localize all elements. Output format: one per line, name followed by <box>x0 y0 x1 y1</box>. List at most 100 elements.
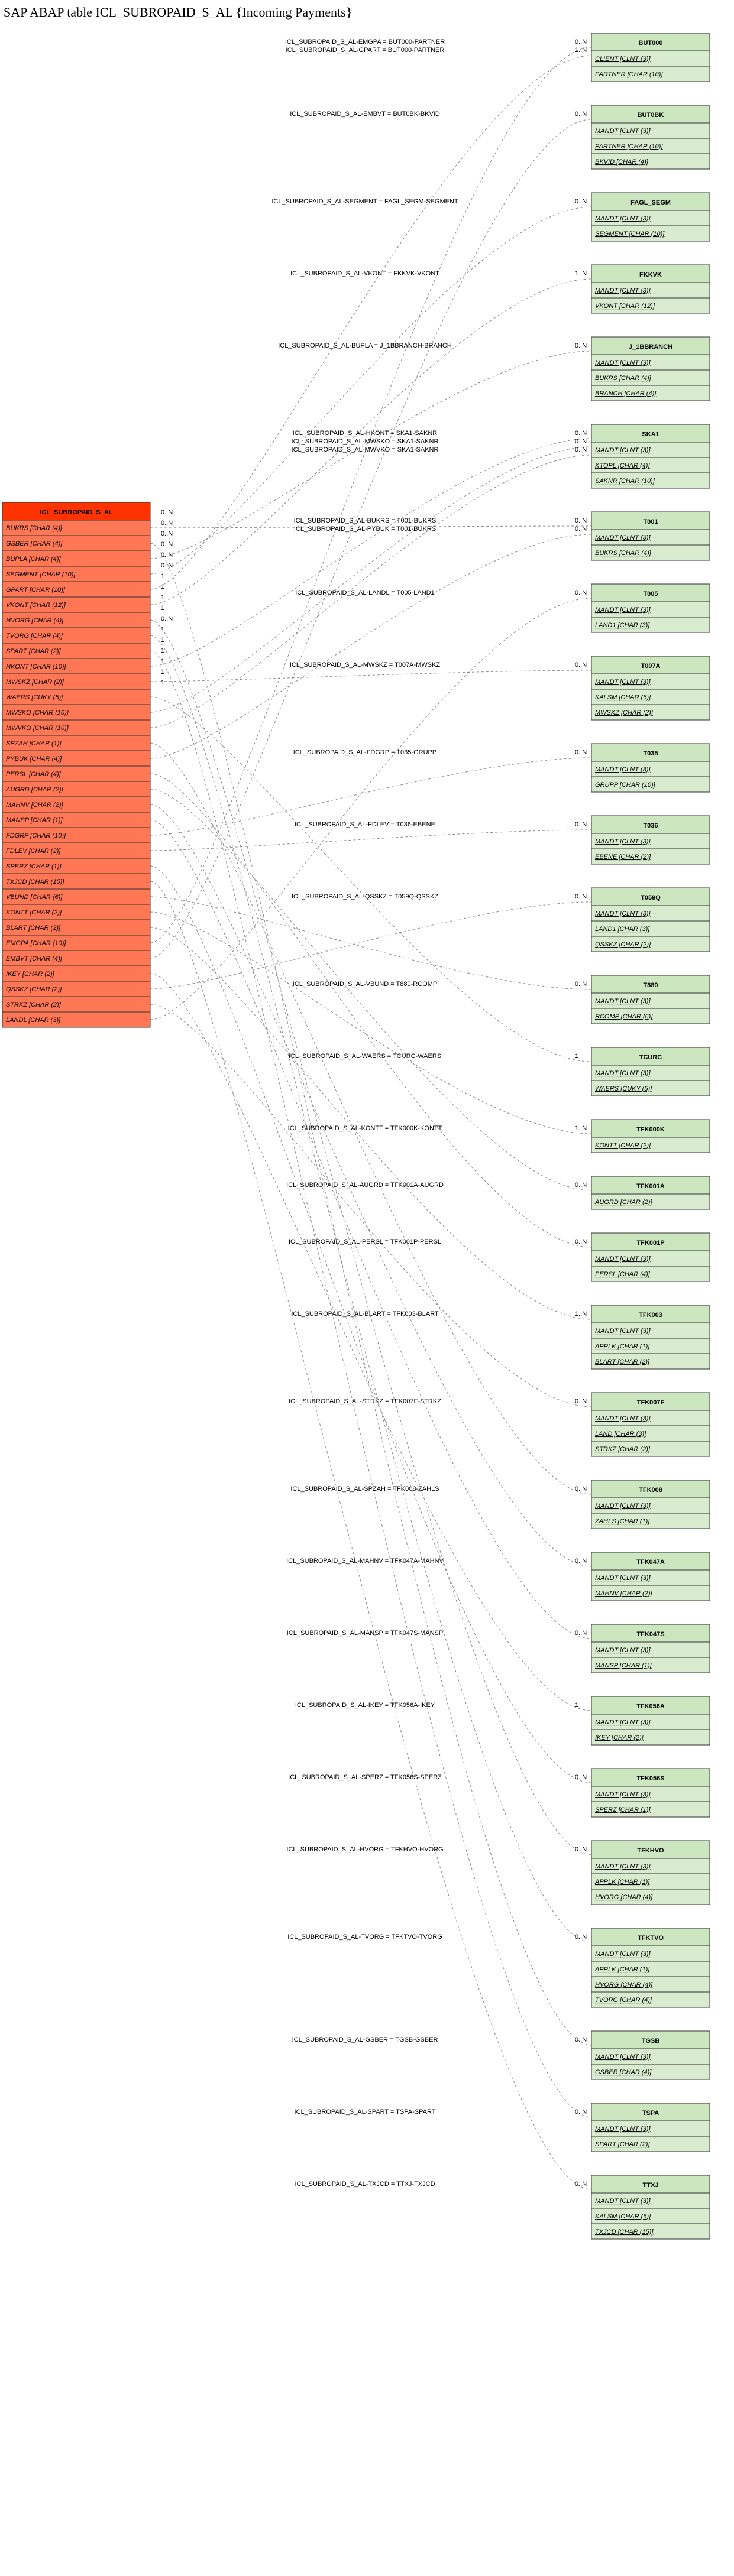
table-field: STRKZ [CHAR (2)] <box>6 1001 62 1008</box>
cardinality-target: 0..N <box>575 821 587 828</box>
cardinality-target: 1 <box>575 1702 578 1709</box>
cardinality-target: 0..N <box>575 749 587 756</box>
table-field: EBENE [CHAR (2)] <box>595 854 651 861</box>
table-field: BUKRS [CHAR (4)] <box>595 375 652 382</box>
table-field: VKONT [CHAR (12)] <box>6 602 66 609</box>
relation-label: ICL_SUBROPAID_S_AL-PYBUK = T001-BUKRS <box>294 525 436 533</box>
table-field: MANDT [CLNT (3)] <box>595 1647 651 1654</box>
cardinality-source: 1 <box>161 658 164 665</box>
relation-edge <box>150 47 591 943</box>
table-field: MANDT [CLNT (3)] <box>595 766 651 773</box>
table-field: APPLK [CHAR (1)] <box>594 1343 650 1350</box>
table-field: MAHNV [CHAR (2)] <box>595 1590 653 1597</box>
table-field: GPART [CHAR (10)] <box>6 586 66 593</box>
table-field: IKEY [CHAR (2)] <box>595 1734 644 1741</box>
table-header: T036 <box>643 822 658 829</box>
cardinality-target: 0..N <box>575 1485 587 1493</box>
table-TTXJ: TTXJ MANDT [CLNT (3)] KALSM [CHAR (6)] TXJC… <box>591 2175 710 2239</box>
table-field: MANDT [CLNT (3)] <box>595 287 651 294</box>
table-field: MWSKZ [CHAR (2)] <box>595 709 654 716</box>
table-field: MANSP [CHAR (1)] <box>6 817 63 824</box>
table-field: TXJCD [CHAR (15)] <box>6 878 64 885</box>
table-field: TXJCD [CHAR (15)] <box>595 2228 654 2236</box>
table-field: QSSKZ [CHAR (2)] <box>595 941 651 948</box>
table-TFK001P: TFK001PMANDT [CLNT (3)]PERSL [CHAR (4)] <box>591 1233 710 1281</box>
table-BUT000: BUT000CLIENT [CLNT (3)]PARTNER [CHAR (10… <box>591 33 710 82</box>
table-header: ICL_SUBROPAID_S_AL <box>40 509 113 516</box>
table-T035: T035MANDT [CLNT (3)]GRUPP [CHAR (10)] <box>591 744 710 792</box>
table-header: FAGL_SEGM <box>630 199 671 206</box>
relation-edge <box>150 1004 591 1407</box>
table-field: MANDT [CLNT (3)] <box>595 1863 651 1870</box>
relation-label: ICL_SUBROPAID_S_AL-WAERS = TCURC-WAERS <box>289 1053 441 1060</box>
relation-edge <box>150 830 591 851</box>
table-header: TFKTVO <box>638 1935 664 1942</box>
cardinality-target: 0..N <box>575 517 587 524</box>
relation-label: ICL_SUBROPAID_S_AL-FDGRP = T035-GRUPP <box>293 749 436 756</box>
relation-label: ICL_SUBROPAID_S_AL-VKONT = FKKVK-VKONT <box>290 270 439 277</box>
table-field: MWSKO [CHAR (10)] <box>6 709 69 716</box>
table-field: ZAHLS [CHAR (1)] <box>594 1518 650 1525</box>
cardinality-target: 0..N <box>575 2108 587 2116</box>
cardinality-target: 0..N <box>575 38 587 46</box>
relation-label: ICL_SUBROPAID_S_AL-FDLEV = T036-EBENE <box>295 821 435 828</box>
table-field: GRUPP [CHAR (10)] <box>595 781 656 789</box>
table-field: PERSL [CHAR (4)] <box>6 771 62 778</box>
table-TFK000K: TFK000KKONTT [CHAR (2)] <box>591 1120 710 1153</box>
table-field: IKEY [CHAR (2)] <box>6 971 55 978</box>
table-header: FKKVK <box>639 271 662 278</box>
table-field: KTOPL [CHAR (4)] <box>595 462 650 469</box>
cardinality-target: 0..N <box>575 893 587 900</box>
table-field: MANDT [CLNT (3)] <box>595 998 651 1005</box>
table-field: SEGMENT [CHAR (10)] <box>595 231 665 238</box>
table-field: APPLK [CHAR (1)] <box>594 1879 650 1886</box>
table-TCURC: TCURCMANDT [CLNT (3)]WAERS [CUKY (5)] <box>591 1047 710 1096</box>
table-TFK047S: TFK047SMANDT [CLNT (3)]MANSP [CHAR (1)] <box>591 1624 710 1673</box>
table-field: BRANCH [CHAR (4)] <box>595 390 657 397</box>
relation-label: ICL_SUBROPAID_S_AL-HVORG = TFKHVO-HVORG <box>286 1846 443 1853</box>
cardinality-target: 0..N <box>575 438 587 445</box>
table-field: MANDT [CLNT (3)] <box>595 1719 651 1726</box>
table-field: BUKRS [CHAR (4)] <box>595 550 652 557</box>
relation-label: ICL_SUBROPAID_S_AL-VBUND = T880-RCOMP <box>293 981 437 988</box>
table-field: QSSKZ [CHAR (2)] <box>6 986 62 993</box>
table-header: TTXJ <box>643 2182 659 2189</box>
cardinality-source: 0..N <box>161 551 173 559</box>
table-FKKVK: FKKVK MANDT [CLNT (3)] VKONT [CHAR (12)] <box>591 265 710 313</box>
cardinality-source: 1 <box>161 605 164 612</box>
table-header: TFK003 <box>639 1312 662 1319</box>
table-field: MANDT [CLNT (3)] <box>595 1575 651 1582</box>
relation-edge <box>150 534 591 758</box>
relation-label: ICL_SUBROPAID_S_AL-SPZAH = TFK008-ZAHLS <box>290 1485 439 1493</box>
table-ICL_SUBROPAID_S_AL: ICL_SUBROPAID_S_ALBUKRS [CHAR (4)]GSBER … <box>2 502 150 1027</box>
table-T007A: T007AMANDT [CLNT (3)]KALSM [CHAR (6)]MWS… <box>591 656 710 720</box>
relation-label: ICL_SUBROPAID_S_AL-BUKRS = T001-BUKRS <box>294 517 436 524</box>
table-TFK047A: TFK047A MANDT [CLNT (3)] MAHNV [CHAR (2)] <box>591 1552 710 1601</box>
table-field: PARTNER [CHAR (10)] <box>595 71 663 78</box>
cardinality-source: 1 <box>161 637 164 644</box>
table-field: VKONT [CHAR (12)] <box>595 303 655 310</box>
table-header: SKA1 <box>642 431 659 438</box>
table-field: MANDT [CLNT (3)] <box>595 2053 651 2061</box>
relation-label: ICL_SUBROPAID_S_AL-AUGRD = TFK001A-AUGRD <box>286 1182 444 1189</box>
table-header: TFK047A <box>636 1559 665 1566</box>
relation-edge <box>150 774 591 1247</box>
cardinality-target: 0..N <box>575 430 587 437</box>
cardinality-target: 0..N <box>575 1774 587 1781</box>
table-field: FDLEV [CHAR (2)] <box>6 848 61 855</box>
table-field: LAND1 [CHAR (3)] <box>595 926 650 933</box>
table-field: TVORG [CHAR (4)] <box>595 1997 652 2004</box>
table-field: KALSM [CHAR (6)] <box>595 2213 651 2220</box>
table-field: SPERZ [CHAR (1)] <box>595 1806 651 1813</box>
table-field: MAHNV [CHAR (2)] <box>6 802 64 809</box>
table-field: MANDT [CLNT (3)] <box>595 910 651 917</box>
table-field: MANDT [CLNT (3)] <box>595 1415 651 1422</box>
table-T036: T036MANDT [CLNT (3)]EBENE [CHAR (2)] <box>591 816 710 864</box>
table-field: SPZAH [CHAR (1)] <box>6 740 62 747</box>
relation-label: ICL_SUBROPAID_S_AL-SEGMENT = FAGL_SEGM-S… <box>271 198 458 205</box>
table-field: MANDT [CLNT (3)] <box>595 2198 651 2205</box>
table-field: TVORG [CHAR (4)] <box>6 632 63 640</box>
cardinality-source: 1 <box>161 583 164 591</box>
relation-edge <box>150 902 591 989</box>
table-TGSB: TGSBMANDT [CLNT (3)]GSBER [CHAR (4)] <box>591 2031 710 2079</box>
